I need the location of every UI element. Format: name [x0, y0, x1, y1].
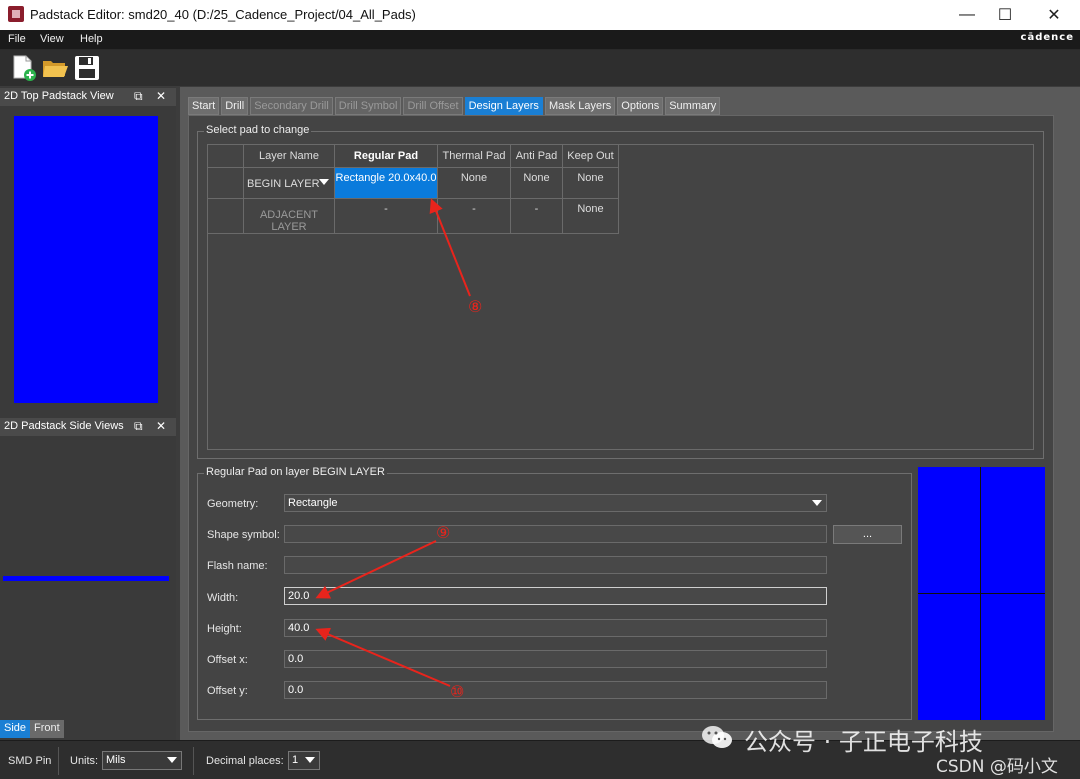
- chevron-down-icon: [305, 757, 315, 763]
- preview-crosshair-horizontal: [918, 593, 1045, 594]
- decimal-places-label: Decimal places:: [206, 755, 284, 767]
- column-header-layer-name: Layer Name: [243, 144, 335, 168]
- menu-file[interactable]: File: [8, 33, 26, 45]
- new-file-icon[interactable]: [10, 54, 38, 82]
- width-label: Width:: [207, 592, 239, 604]
- tab-side[interactable]: Side: [0, 720, 31, 738]
- annotation-label-8: ⑧: [468, 297, 483, 316]
- menu-bar: File View Help cādence: [0, 30, 1080, 50]
- width-field[interactable]: 20.0: [284, 587, 827, 605]
- decimal-places-select[interactable]: 1: [288, 751, 320, 770]
- tab-drill-symbol[interactable]: Drill Symbol: [334, 97, 402, 115]
- chevron-down-icon: [812, 500, 822, 506]
- status-separator: [193, 747, 194, 775]
- pin-type-label: SMD Pin: [8, 755, 52, 767]
- layer-name-dropdown[interactable]: BEGIN LAYER: [243, 167, 335, 199]
- units-label: Units:: [70, 755, 99, 767]
- side-view-panel-title: 2D Padstack Side Views: [4, 420, 124, 432]
- tab-mask-layers[interactable]: Mask Layers: [544, 97, 616, 115]
- tab-drill-offset[interactable]: Drill Offset: [403, 97, 463, 115]
- units-value: Mils: [106, 754, 126, 766]
- column-header-thermal-pad: Thermal Pad: [437, 144, 511, 168]
- tab-secondary-drill[interactable]: Secondary Drill: [250, 97, 333, 115]
- offset-x-field[interactable]: 0.0: [284, 650, 827, 668]
- status-separator: [58, 747, 59, 775]
- close-window-button[interactable]: ✕: [1031, 0, 1077, 30]
- wechat-icon: [700, 724, 734, 750]
- title-bar: Padstack Editor: smd20_40 (D:/25_Cadence…: [0, 0, 1080, 30]
- side-view-pad-line: [3, 576, 169, 581]
- close-panel-icon[interactable]: ✕: [156, 89, 166, 103]
- maximize-button[interactable]: ☐: [982, 0, 1028, 30]
- open-folder-icon[interactable]: [41, 54, 69, 82]
- regular-pad-cell[interactable]: -: [334, 198, 438, 234]
- save-icon[interactable]: [73, 54, 101, 82]
- pad-table-header-row: Layer Name Regular Pad Thermal Pad Anti …: [207, 144, 619, 168]
- toolbar: [0, 50, 1080, 86]
- cadence-logo: cādence: [1020, 32, 1074, 43]
- column-header-keep-out: Keep Out: [562, 144, 619, 168]
- table-row: ADJACENT LAYER - - - None: [207, 198, 619, 234]
- top-view-pad-shape: [14, 116, 158, 403]
- browse-shape-button[interactable]: ...: [833, 525, 902, 544]
- float-panel-icon[interactable]: ⧉: [134, 419, 143, 434]
- annotation-label-9: ⑨: [436, 523, 451, 542]
- geometry-select[interactable]: Rectangle: [284, 494, 827, 512]
- layer-name-cell[interactable]: ADJACENT LAYER: [243, 198, 335, 234]
- shape-symbol-label: Shape symbol:: [207, 529, 280, 541]
- tab-drill[interactable]: Drill: [221, 97, 249, 115]
- column-header-anti-pad: Anti Pad: [510, 144, 563, 168]
- tab-start[interactable]: Start: [188, 97, 220, 115]
- row-header-corner: [207, 144, 244, 168]
- flash-name-field[interactable]: [284, 556, 827, 574]
- geometry-value: Rectangle: [288, 497, 338, 509]
- thermal-pad-cell[interactable]: None: [437, 167, 511, 199]
- app-icon: [8, 6, 24, 22]
- geometry-label: Geometry:: [207, 498, 259, 510]
- top-view-panel-header: 2D Top Padstack View ⧉ ✕: [0, 88, 176, 106]
- close-panel-icon[interactable]: ✕: [156, 419, 166, 433]
- top-view-panel-title: 2D Top Padstack View: [4, 90, 114, 102]
- tab-summary[interactable]: Summary: [665, 97, 721, 115]
- units-select[interactable]: Mils: [102, 751, 182, 770]
- offset-y-field[interactable]: 0.0: [284, 681, 827, 699]
- annotation-label-10: ⑩: [450, 682, 465, 701]
- chevron-down-icon: [319, 179, 329, 185]
- tab-front[interactable]: Front: [30, 720, 64, 738]
- regular-pad-group-title: Regular Pad on layer BEGIN LAYER: [204, 466, 387, 478]
- height-label: Height:: [207, 623, 242, 635]
- keep-out-cell[interactable]: None: [562, 167, 619, 199]
- float-panel-icon[interactable]: ⧉: [134, 89, 143, 104]
- chevron-down-icon: [167, 757, 177, 763]
- height-field[interactable]: 40.0: [284, 619, 827, 637]
- watermark-line2: CSDN @码小文: [936, 757, 1058, 777]
- layer-name-value: BEGIN LAYER: [247, 178, 320, 190]
- thermal-pad-cell[interactable]: -: [437, 198, 511, 234]
- table-row: BEGIN LAYER Rectangle 20.0x40.0 None Non…: [207, 167, 619, 199]
- column-header-regular-pad: Regular Pad: [334, 144, 438, 168]
- shape-symbol-field[interactable]: [284, 525, 827, 543]
- row-header[interactable]: [207, 198, 244, 234]
- anti-pad-cell[interactable]: -: [510, 198, 563, 234]
- select-pad-group-title: Select pad to change: [204, 124, 312, 136]
- pad-table: Layer Name Regular Pad Thermal Pad Anti …: [207, 144, 619, 234]
- decimal-places-value: 1: [292, 754, 299, 766]
- tab-bar: Start Drill Secondary Drill Drill Symbol Dri…: [188, 97, 722, 115]
- window-title: Padstack Editor: smd20_40 (D:/25_Cadence…: [30, 7, 416, 22]
- regular-pad-cell[interactable]: Rectangle 20.0x40.0: [334, 167, 438, 199]
- flash-name-label: Flash name:: [207, 560, 268, 572]
- tab-options[interactable]: Options: [617, 97, 664, 115]
- offset-x-label: Offset x:: [207, 654, 248, 666]
- tab-design-layers[interactable]: Design Layers: [464, 97, 543, 115]
- menu-view[interactable]: View: [40, 33, 64, 45]
- anti-pad-cell[interactable]: None: [510, 167, 563, 199]
- row-header[interactable]: [207, 167, 244, 199]
- menu-help[interactable]: Help: [80, 33, 103, 45]
- keep-out-cell[interactable]: None: [562, 198, 619, 234]
- side-view-panel-header: 2D Padstack Side Views ⧉ ✕: [0, 418, 176, 436]
- offset-y-label: Offset y:: [207, 685, 248, 697]
